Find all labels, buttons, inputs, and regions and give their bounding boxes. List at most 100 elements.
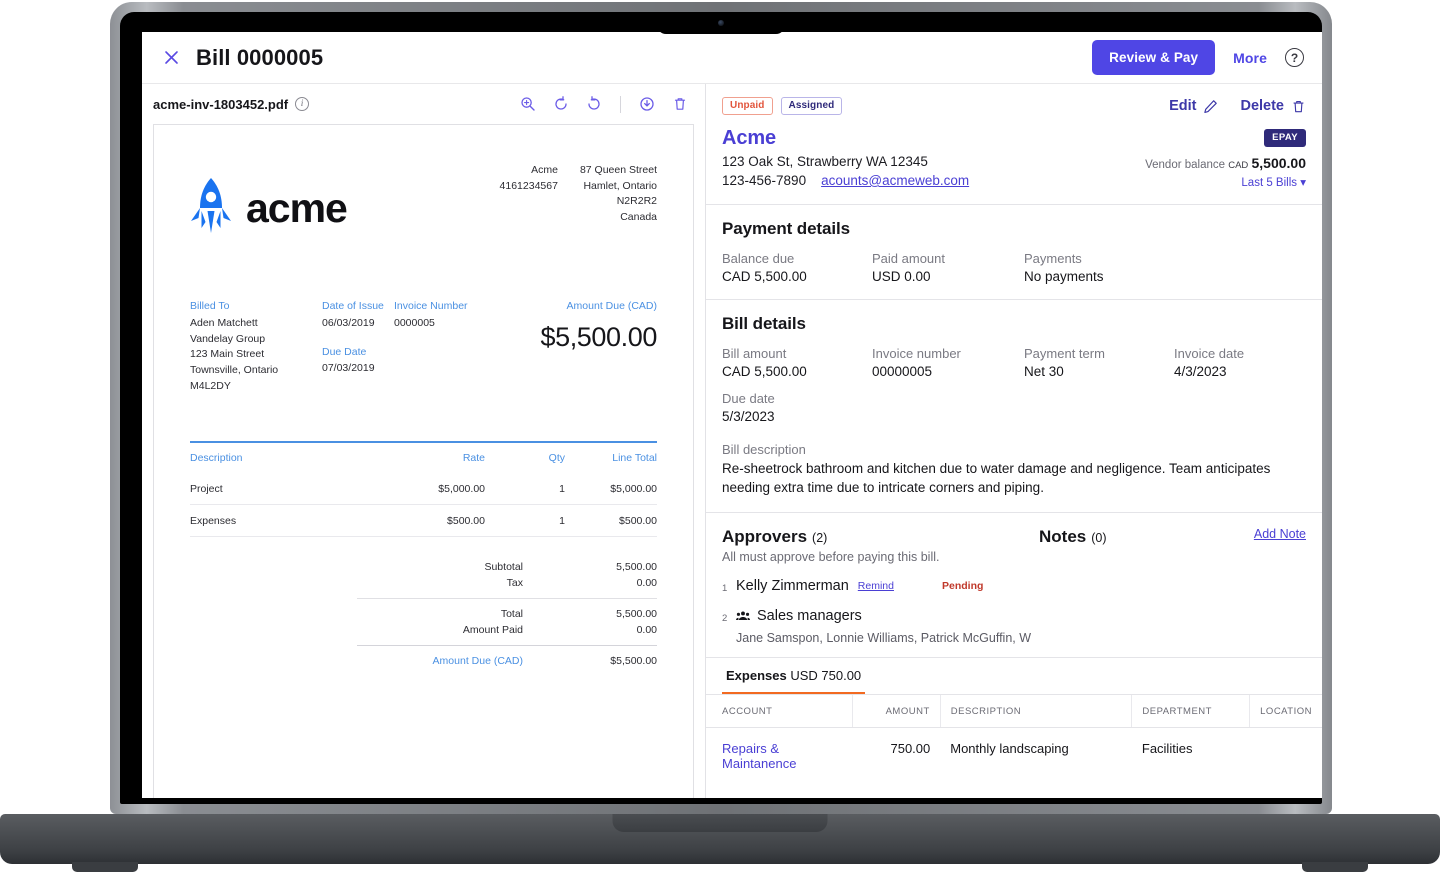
invoice-page: acme Acme 4161234567 87 Queen Street Ham…	[153, 124, 694, 798]
rotate-left-icon[interactable]	[552, 95, 570, 113]
total-label: Total	[500, 607, 523, 620]
chevron-down-icon: ▾	[1300, 177, 1306, 189]
close-x-icon[interactable]	[158, 45, 184, 71]
due-date-label: Due date	[722, 391, 775, 406]
payments-value: No payments	[1024, 269, 1104, 284]
amount-due-label: Amount Due (CAD)	[566, 300, 657, 312]
row-rate: $500.00	[447, 514, 485, 527]
row-total: $500.00	[619, 514, 657, 527]
delete-icon[interactable]	[671, 95, 689, 113]
row-total: $5,000.00	[610, 482, 657, 495]
cell-account[interactable]: Repairs & Maintanence	[706, 728, 852, 785]
payment-term-label: Payment term	[1024, 346, 1105, 361]
more-button[interactable]: More	[1233, 50, 1267, 66]
field-bill-amount: Bill amount CAD 5,500.00	[722, 346, 872, 379]
status-badge-unpaid: Unpaid	[722, 97, 773, 115]
balance-due-label: Balance due	[722, 251, 795, 266]
invoice-number-label: Invoice number	[872, 346, 961, 361]
from-col-1: Acme 4161234567	[500, 163, 558, 225]
pdf-tool-buttons	[519, 95, 689, 113]
invoice-totals: Subtotal 5,500.00 Tax 0.00 Total 5,500.0…	[190, 559, 657, 669]
field-due-date: Due date 5/3/2023	[722, 391, 872, 424]
rotate-right-icon[interactable]	[585, 95, 603, 113]
invoice-number-label: Invoice Number	[394, 300, 468, 312]
approver-status: Pending	[941, 580, 984, 593]
approvers-title: Approvers	[722, 527, 808, 547]
expenses-tabs: Expenses USD 750.00	[706, 658, 1322, 696]
issue-date-block: Date of Issue 06/03/2019 Due Date 07/03/…	[322, 299, 394, 395]
bill-details-title: Bill details	[722, 314, 806, 333]
download-icon[interactable]	[638, 95, 656, 113]
cell-department: Facilities	[1141, 741, 1193, 757]
from-company: Acme	[531, 164, 558, 176]
invoice-meta: Billed To Aden Matchett Vandelay Group 1…	[190, 299, 657, 395]
review-and-pay-button[interactable]: Review & Pay	[1092, 40, 1216, 75]
date-of-issue-label: Date of Issue	[322, 300, 384, 312]
billed-to-name: Aden Matchett	[190, 316, 258, 329]
body-split: acme-inv-1803452.pdf i acme Acme 4161234…	[142, 84, 1322, 798]
edit-button[interactable]: Edit	[1169, 98, 1218, 114]
vendor-address: 123 Oak St, Strawberry WA 12345	[722, 154, 928, 169]
pdf-scroll-area[interactable]: acme Acme 4161234567 87 Queen Street Ham…	[142, 124, 705, 798]
delete-button[interactable]: Delete	[1240, 98, 1306, 114]
tax-value: 0.00	[636, 576, 657, 589]
vendor-email-link[interactable]: acounts@acmeweb.com	[821, 173, 969, 188]
expenses-table-body: Repairs & Maintanence 750.00 Monthly lan…	[706, 728, 1322, 785]
table-row: Repairs & Maintanence 750.00 Monthly lan…	[706, 728, 1322, 785]
vendor-balance: Vendor balance CAD 5,500.00	[1145, 155, 1306, 171]
approver-index: 2	[722, 612, 728, 624]
paid-amount-label: Paid amount	[872, 251, 945, 266]
status-badge-assigned: Assigned	[780, 97, 843, 115]
invoice-number-value: 0000005	[394, 316, 435, 329]
invoice-line-items: Description Rate Qty Line Total Project …	[190, 440, 657, 537]
list-item: 1 Kelly Zimmerman Remind Pending	[722, 578, 1027, 594]
totals-divider-2	[357, 644, 657, 646]
acme-wordmark: acme	[246, 184, 348, 231]
bill-amount-value: CAD 5,500.00	[722, 364, 807, 379]
toolbar-divider	[620, 95, 621, 113]
record-actions: Edit Delete	[1169, 98, 1306, 114]
totals-divider	[357, 597, 657, 599]
approvers-block: Approvers (2) All must approve before pa…	[722, 527, 1031, 645]
date-of-issue-value: 06/03/2019	[322, 316, 375, 329]
row-qty: 1	[559, 482, 565, 495]
vendor-balance-currency: CAD	[1228, 160, 1249, 171]
row-description: Project	[190, 482, 223, 495]
balance-due-value: CAD 5,500.00	[722, 269, 807, 284]
last-5-bills-dropdown[interactable]: Last 5 Bills ▾	[1145, 175, 1306, 189]
tab-expenses-label: Expenses	[726, 668, 787, 684]
zoom-in-icon[interactable]	[519, 95, 537, 113]
field-payment-term: Payment term Net 30	[1024, 346, 1174, 379]
line-items-header: Description Rate Qty Line Total	[190, 443, 657, 473]
billed-to-label: Billed To	[190, 300, 230, 312]
payment-details-section: Payment details Balance due CAD 5,500.00…	[706, 205, 1322, 300]
help-icon[interactable]: ?	[1285, 48, 1304, 67]
rocket-icon	[191, 178, 231, 233]
vendor-block: Acme 123 Oak St, Strawberry WA 12345 123…	[722, 127, 1306, 189]
add-note-link[interactable]: Add Note	[1254, 527, 1306, 541]
info-icon[interactable]: i	[295, 97, 310, 111]
bill-fields: Bill amount CAD 5,500.00 Invoice number …	[722, 346, 1306, 379]
laptop-foot-right	[1302, 862, 1368, 872]
column-department: DEPARTMENT	[1131, 695, 1250, 729]
payment-details-title: Payment details	[722, 219, 850, 238]
from-street: 87 Queen Street	[579, 164, 657, 176]
tab-expenses[interactable]: Expenses USD 750.00	[722, 658, 866, 696]
notes-block: Notes (0) Add Note	[1027, 527, 1306, 645]
pdf-filename: acme-inv-1803452.pdf	[153, 96, 289, 112]
paid-amount-value: USD 0.00	[872, 269, 931, 284]
app-topbar: Bill 0000005 Review & Pay More ?	[142, 32, 1322, 84]
remind-link[interactable]: Remind	[858, 580, 894, 592]
vendor-balance-label: Vendor balance	[1145, 159, 1226, 171]
expenses-table: ACCOUNT AMOUNT DESCRIPTION DEPARTMENT LO…	[706, 695, 1322, 784]
vendor-name-link[interactable]: Acme	[722, 127, 969, 150]
table-row: Project $5,000.00 1 $5,000.00	[190, 473, 657, 505]
field-balance-due: Balance due CAD 5,500.00	[722, 251, 872, 284]
cell-amount: 750.00	[890, 741, 931, 757]
cell-location	[1250, 728, 1322, 785]
total-row-subtotal: Subtotal 5,500.00	[357, 559, 657, 575]
from-postal: N2R2R2	[616, 195, 657, 208]
payment-term-value: Net 30	[1024, 364, 1064, 379]
trash-icon	[1291, 99, 1306, 114]
total-row-amount-due: Amount Due (CAD) $5,500.00	[357, 653, 657, 669]
